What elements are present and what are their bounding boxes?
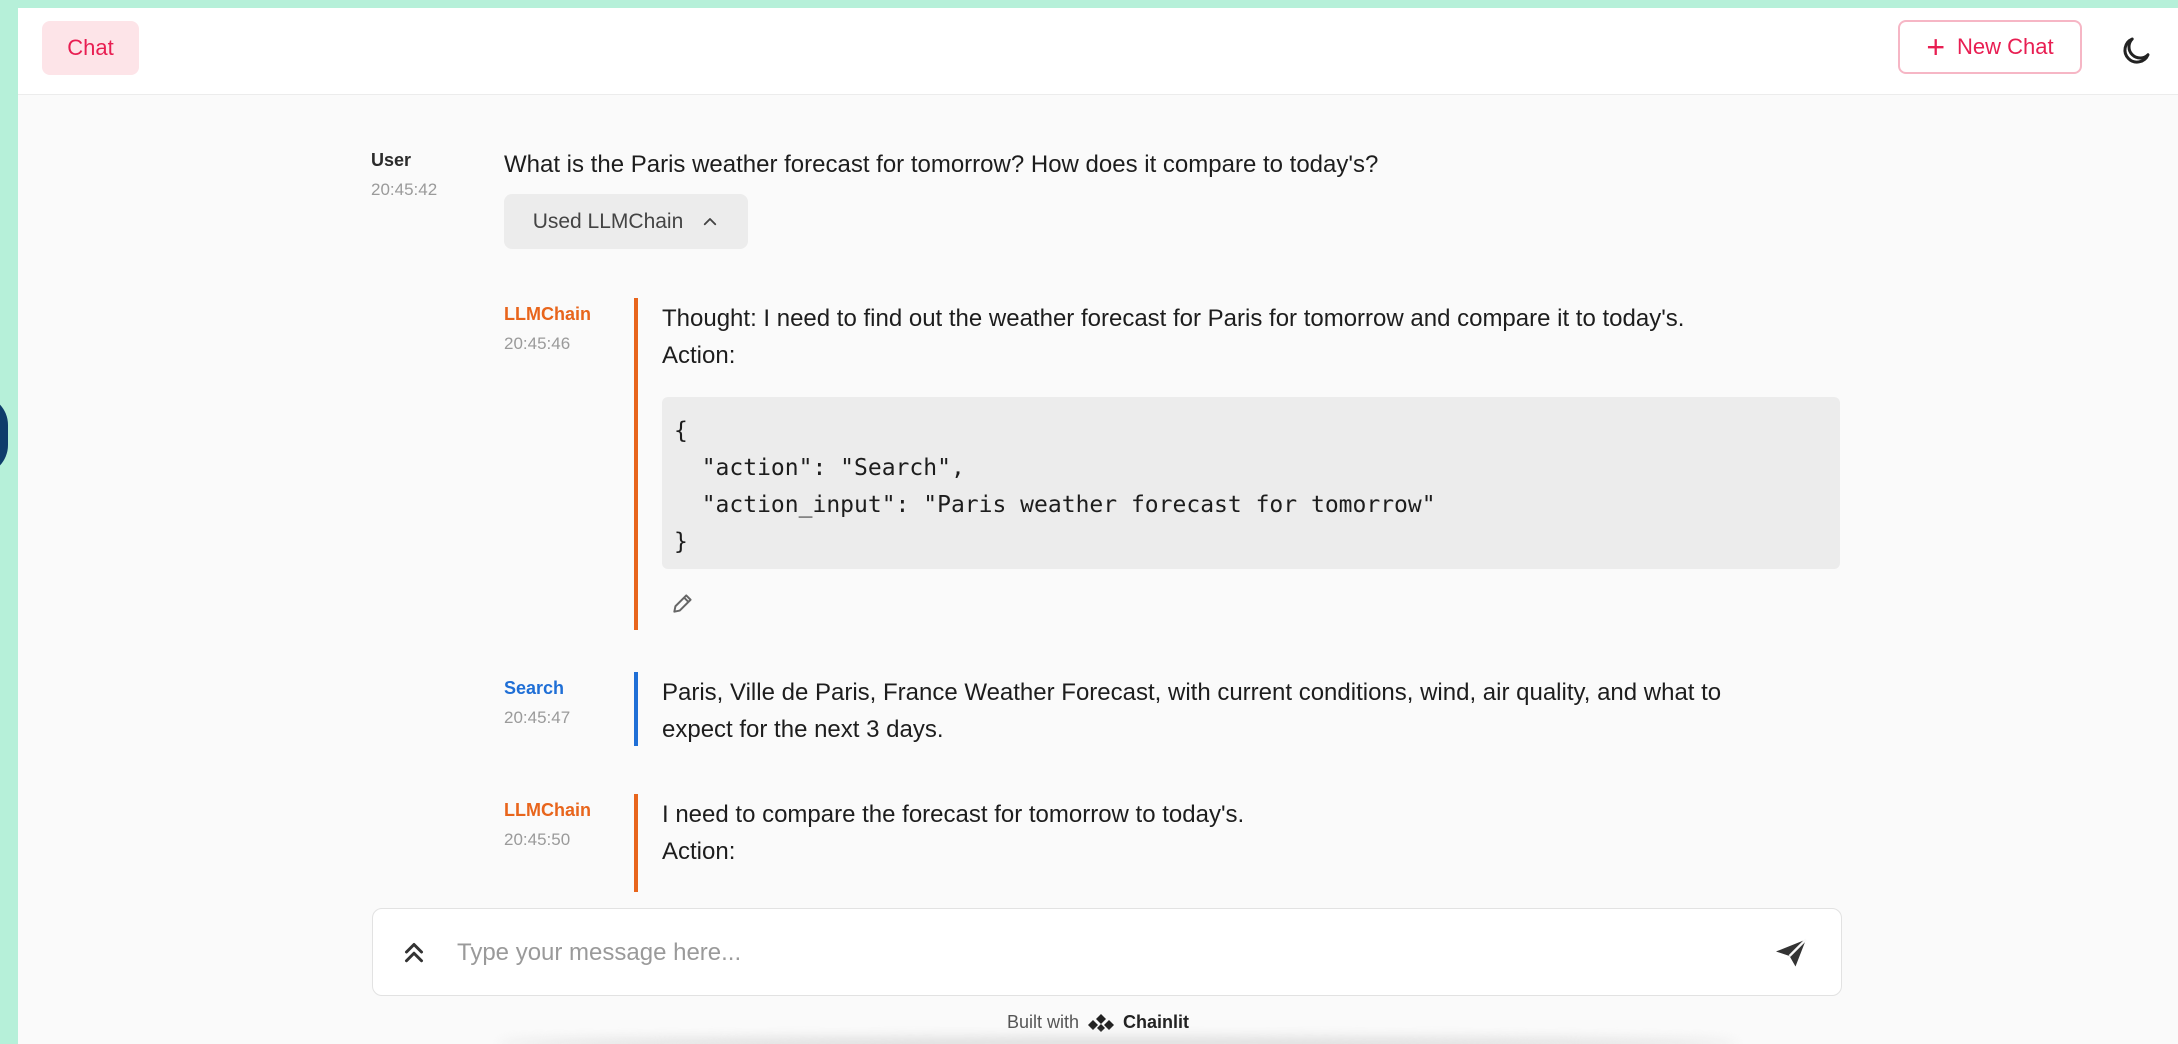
step-indicator-bar bbox=[634, 794, 638, 892]
top-bar: Chat + New Chat bbox=[18, 8, 2178, 95]
message-line: Paris, Ville de Paris, France Weather Fo… bbox=[662, 679, 1722, 706]
message-line: I need to compare the forecast for tomor… bbox=[662, 801, 1245, 828]
message-line: Action: bbox=[662, 838, 736, 865]
message-timestamp: 20:45:46 bbox=[504, 334, 571, 353]
used-chip-label: Used LLMChain bbox=[532, 209, 684, 233]
message-timestamp: 20:45:50 bbox=[504, 830, 571, 849]
llmchain-thought-text: I need to compare the forecast for tomor… bbox=[662, 796, 1244, 870]
built-with-label: Built with bbox=[1006, 1012, 1079, 1032]
message-author: LLMChain bbox=[504, 304, 591, 324]
step-indicator-bar bbox=[634, 672, 638, 746]
llmchain-message-meta: LLMChain 20:45:50 bbox=[504, 800, 591, 850]
message-timestamp: 20:45:42 bbox=[371, 180, 438, 199]
chat-window: Chat + New Chat User 20:45:42 What is th… bbox=[18, 8, 2178, 1044]
pencil-icon[interactable] bbox=[670, 590, 696, 616]
user-message-text: What is the Paris weather forecast for t… bbox=[504, 151, 1379, 178]
chainlit-logo-icon bbox=[1088, 1014, 1115, 1033]
search-result-text: Paris, Ville de Paris, France Weather Fo… bbox=[662, 674, 1721, 748]
user-message-meta: User 20:45:42 bbox=[371, 150, 437, 200]
llmchain-message-meta: LLMChain 20:45:46 bbox=[504, 304, 591, 354]
search-message-meta: Search 20:45:47 bbox=[504, 678, 570, 728]
message-composer bbox=[372, 908, 1842, 996]
plus-icon: + bbox=[1926, 29, 1946, 65]
used-llmchain-toggle[interactable]: Used LLMChain bbox=[504, 194, 748, 249]
message-input[interactable] bbox=[455, 929, 1739, 977]
message-line: expect for the next 3 days. bbox=[662, 716, 944, 743]
code-block: { "action": "Search", "action_input": "P… bbox=[662, 397, 1840, 569]
chainlit-brand[interactable]: Chainlit bbox=[1123, 1012, 1189, 1032]
message-line: Thought: I need to find out the weather … bbox=[662, 305, 1685, 332]
chevron-up-icon bbox=[704, 217, 717, 225]
send-icon[interactable] bbox=[1773, 935, 1809, 971]
chevrons-up-icon[interactable] bbox=[399, 937, 429, 967]
message-timestamp: 20:45:47 bbox=[504, 708, 571, 727]
new-chat-button[interactable]: + New Chat bbox=[1898, 20, 2082, 74]
background-accent-shape bbox=[0, 395, 8, 475]
built-with-footer: Built with Chainlit bbox=[18, 1012, 2178, 1034]
footer-shadow bbox=[498, 1038, 1738, 1044]
step-indicator-bar bbox=[634, 298, 638, 630]
message-line: Action: bbox=[662, 342, 736, 369]
message-author: Search bbox=[504, 678, 565, 698]
llmchain-thought-text: Thought: I need to find out the weather … bbox=[662, 300, 1684, 374]
moon-icon[interactable] bbox=[2118, 33, 2154, 69]
new-chat-label: New Chat bbox=[1957, 34, 2054, 59]
message-author: LLMChain bbox=[504, 800, 591, 820]
message-author: User bbox=[371, 150, 412, 170]
tab-chat[interactable]: Chat bbox=[42, 21, 139, 75]
